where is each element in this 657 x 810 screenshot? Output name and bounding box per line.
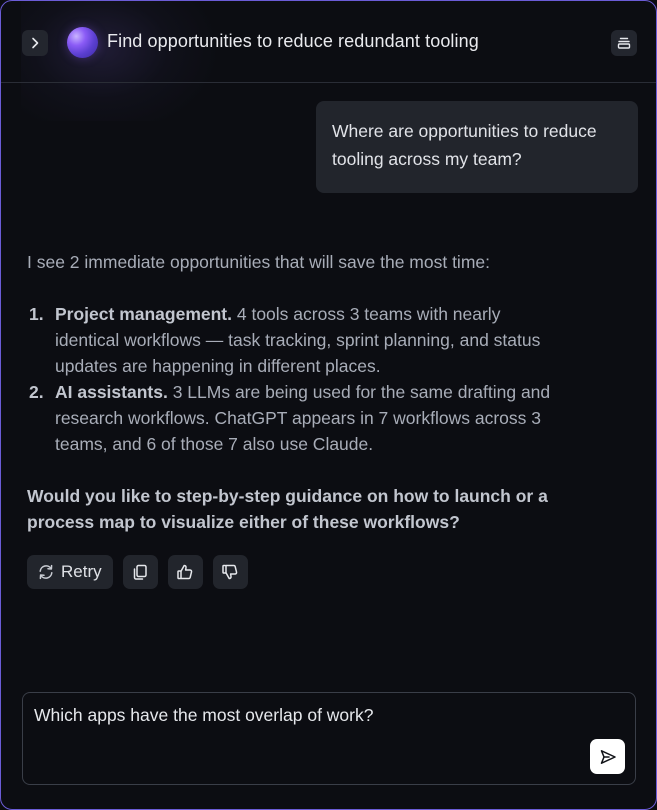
user-message: Where are opportunities to reduce toolin… — [316, 101, 638, 193]
opportunity-list: 1. Project management. 4 tools across 3 t… — [27, 301, 567, 457]
list-item-lead: AI assistants. — [55, 382, 168, 402]
chevron-right-icon — [28, 36, 42, 50]
stack-menu-icon — [616, 36, 632, 50]
menu-button[interactable] — [611, 30, 637, 56]
message-composer — [22, 692, 636, 785]
copy-button[interactable] — [122, 555, 158, 589]
assistant-question: Would you like to step-by-step guidance … — [27, 486, 548, 532]
retry-button[interactable]: Retry — [27, 555, 113, 589]
thumbs-down-button[interactable] — [212, 555, 248, 589]
message-input[interactable] — [34, 705, 574, 726]
list-number: 2. — [29, 382, 44, 402]
chat-header: Find opportunities to reduce redundant t… — [1, 1, 656, 83]
list-item: 1. Project management. 4 tools across 3 t… — [27, 301, 567, 379]
assistant-intro: I see 2 immediate opportunities that wil… — [27, 252, 490, 272]
send-button[interactable] — [590, 739, 625, 774]
thumbs-down-icon — [221, 563, 239, 581]
message-actions: Retry — [27, 555, 248, 589]
retry-label: Retry — [61, 562, 102, 581]
expand-button[interactable] — [22, 30, 48, 56]
list-item: 2. AI assistants. 3 LLMs are being used f… — [27, 379, 567, 457]
send-icon — [599, 748, 617, 766]
thumbs-up-button[interactable] — [167, 555, 203, 589]
list-item-lead: Project management. — [55, 304, 232, 324]
copy-icon — [131, 563, 149, 581]
thumbs-up-icon — [176, 563, 194, 581]
chat-window: Find opportunities to reduce redundant t… — [0, 0, 657, 810]
refresh-icon — [37, 563, 55, 581]
assistant-avatar — [67, 27, 98, 58]
list-number: 1. — [29, 304, 44, 324]
page-title: Find opportunities to reduce redundant t… — [107, 31, 479, 51]
assistant-message: I see 2 immediate opportunities that wil… — [27, 249, 567, 535]
